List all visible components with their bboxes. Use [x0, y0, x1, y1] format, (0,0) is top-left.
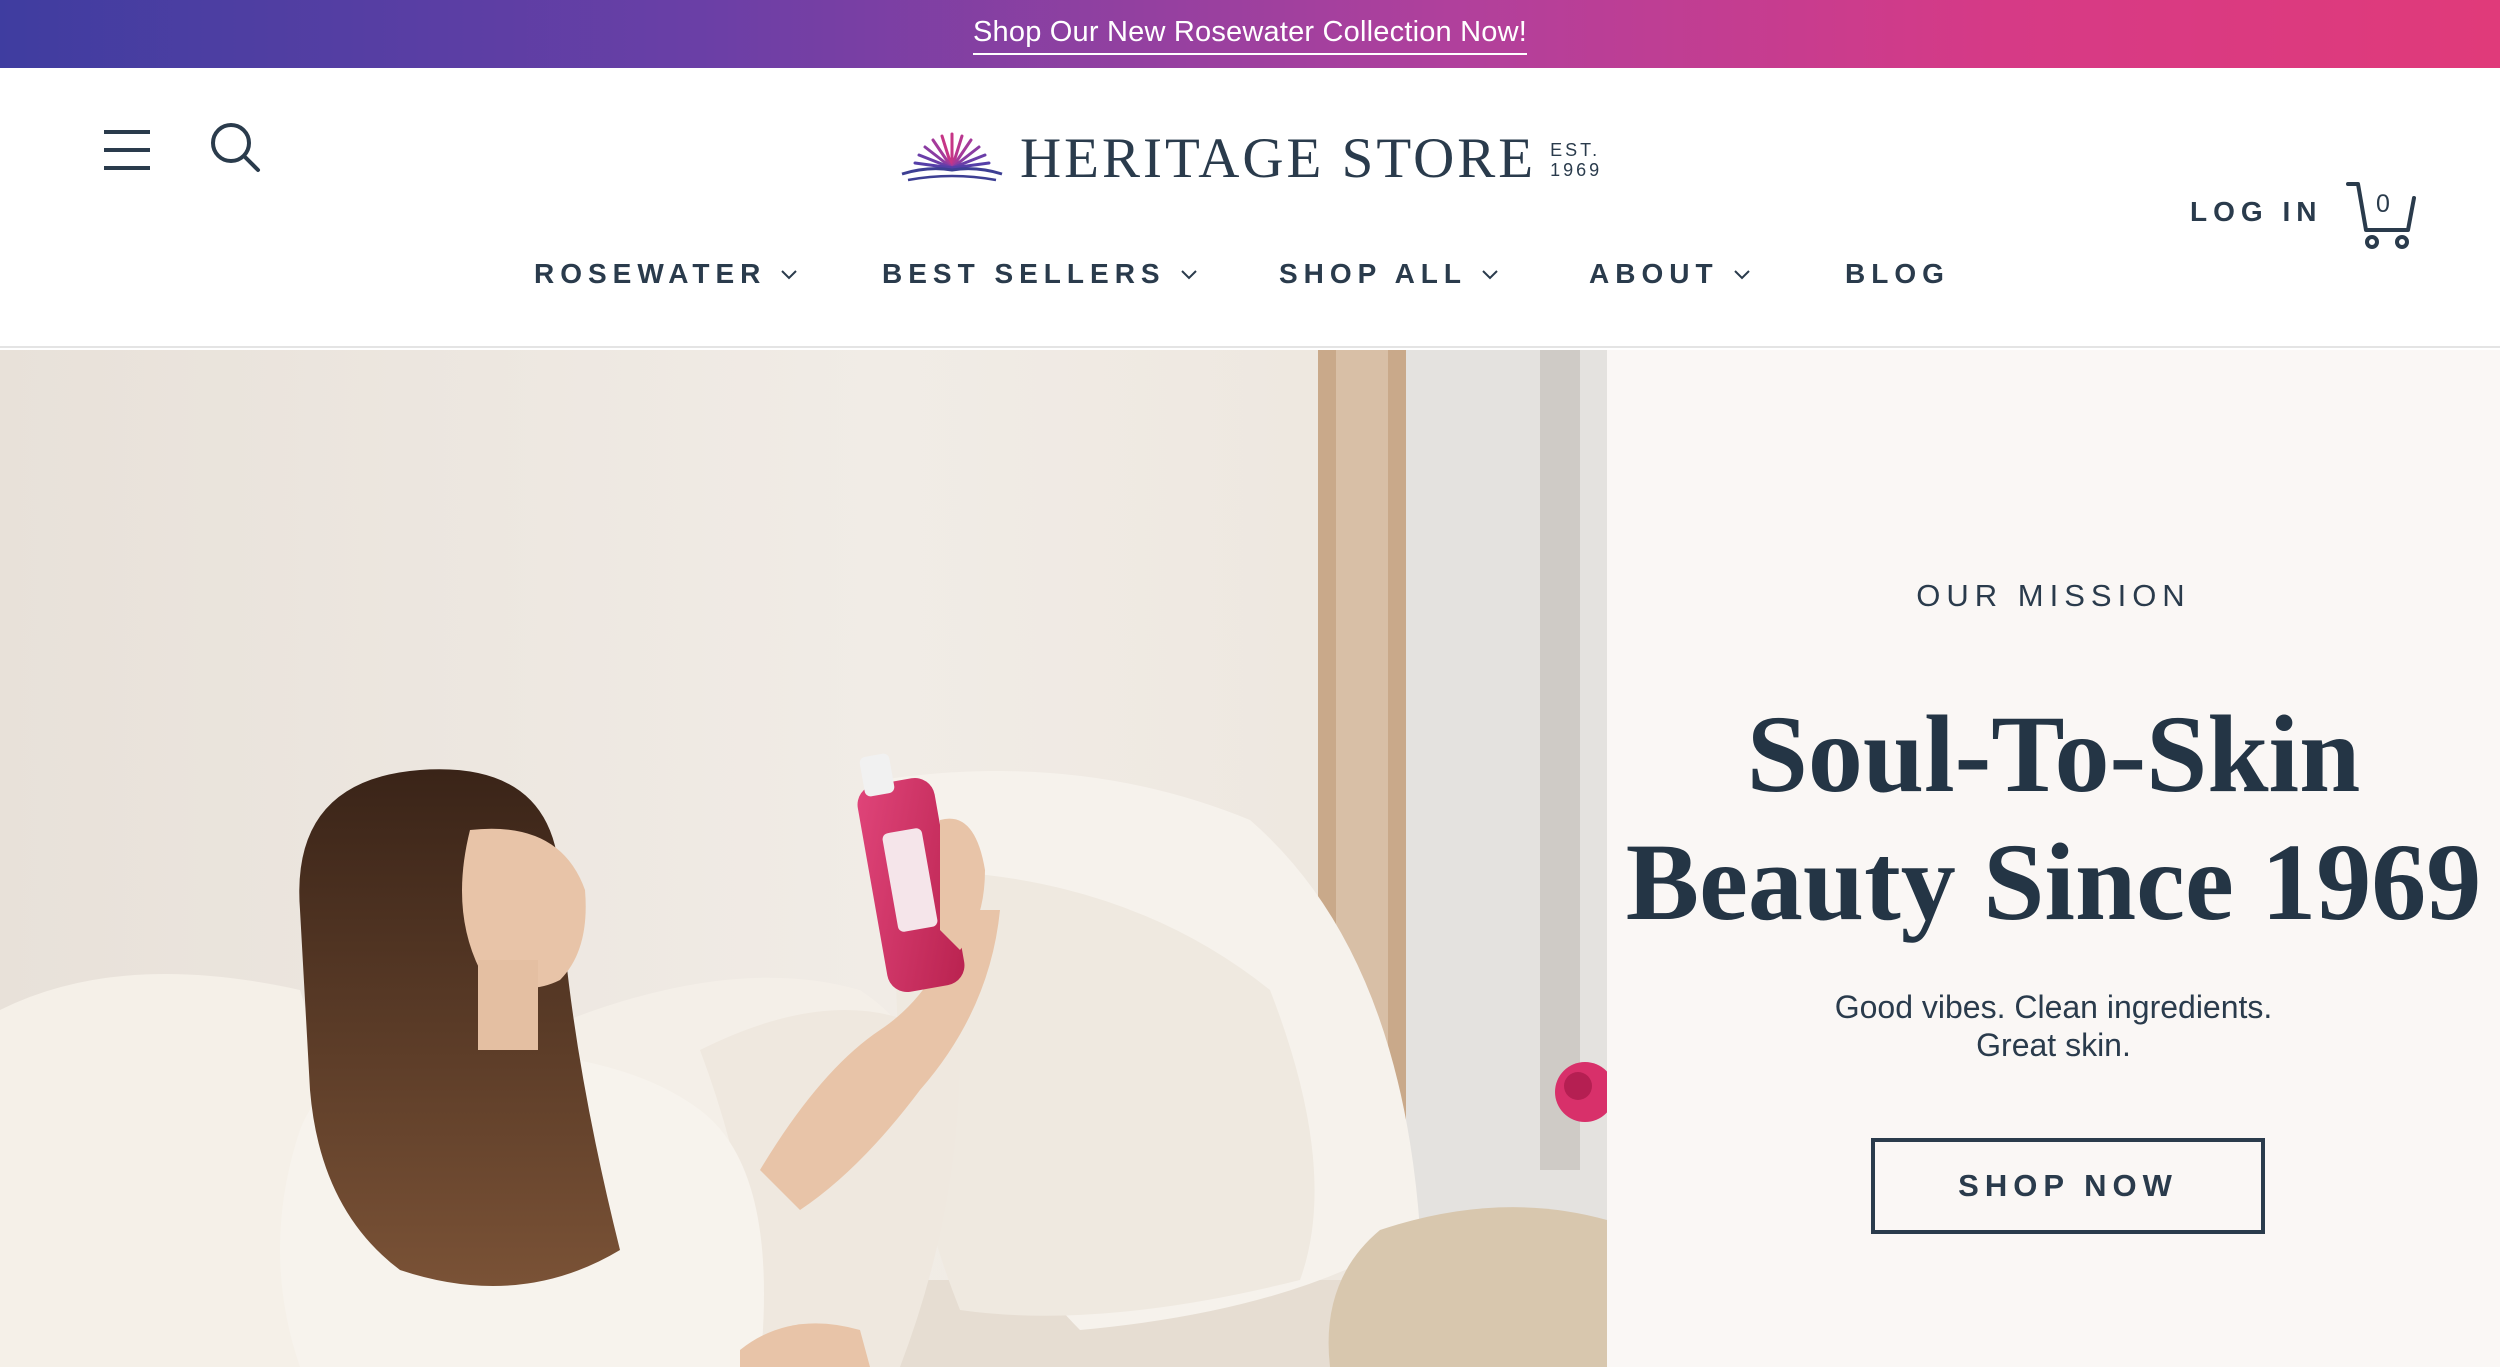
headline-line-2: Beauty Since 1969 — [1625, 821, 2482, 943]
shop-now-button[interactable]: SHOP NOW — [1871, 1138, 2265, 1234]
logo-est-label: EST. — [1550, 140, 1601, 160]
logo-est-year: 1969 — [1550, 160, 1603, 180]
chevron-down-icon — [781, 270, 798, 280]
main-nav: ROSEWATER BEST SELLERS SHOP ALL ABOUT BL… — [0, 258, 2500, 318]
nav-item-best-sellers[interactable]: BEST SELLERS — [882, 258, 1198, 290]
cart-count-badge: 0 — [2376, 190, 2390, 218]
hero-photo — [0, 350, 1607, 1367]
announcement-bar: Shop Our New Rosewater Collection Now! — [0, 0, 2500, 68]
subtitle-line-2: Great skin. — [1976, 1027, 2131, 1063]
nav-item-about[interactable]: ABOUT — [1589, 258, 1751, 290]
nav-item-blog[interactable]: BLOG — [1845, 258, 1950, 290]
nav-item-label: ABOUT — [1589, 258, 1719, 289]
search-icon[interactable] — [208, 120, 264, 176]
logo-wordmark: HERITAGE STORE — [1020, 126, 1537, 190]
cart-icon[interactable]: 0 — [2346, 180, 2418, 252]
login-link[interactable]: LOG IN — [2190, 196, 2322, 228]
nav-item-label: BLOG — [1845, 258, 1950, 289]
site-header: HERITAGE STORE EST. 1969 LOG IN 0 ROSEWA… — [0, 68, 2500, 348]
nav-item-label: ROSEWATER — [534, 258, 767, 289]
chevron-down-icon — [1733, 270, 1750, 280]
nav-item-label: BEST SELLERS — [882, 258, 1166, 289]
nav-item-rosewater[interactable]: ROSEWATER — [534, 258, 798, 290]
mission-panel: OUR MISSION Soul-To-Skin Beauty Since 19… — [1607, 350, 2500, 1367]
hamburger-menu-icon[interactable] — [104, 130, 152, 170]
hero-subtitle: Good vibes. Clean ingredients. Great ski… — [1607, 988, 2500, 1064]
logo-est-badge: EST. 1969 — [1550, 140, 1602, 180]
mission-eyebrow: OUR MISSION — [1916, 578, 2191, 613]
site-logo[interactable]: HERITAGE STORE EST. 1969 — [898, 118, 1618, 198]
nav-item-label: SHOP ALL — [1279, 258, 1468, 289]
hero-headline: Soul-To-Skin Beauty Since 1969 — [1607, 690, 2500, 946]
sunburst-logo-icon — [901, 132, 1003, 182]
nav-item-shop-all[interactable]: SHOP ALL — [1279, 258, 1499, 290]
subtitle-line-1: Good vibes. Clean ingredients. — [1834, 989, 2273, 1025]
announcement-link[interactable]: Shop Our New Rosewater Collection Now! — [973, 16, 1527, 55]
headline-line-1: Soul-To-Skin — [1746, 693, 2361, 815]
chevron-down-icon — [1482, 270, 1498, 280]
chevron-down-icon — [1180, 270, 1197, 280]
hero-section: OUR MISSION Soul-To-Skin Beauty Since 19… — [0, 350, 2500, 1367]
